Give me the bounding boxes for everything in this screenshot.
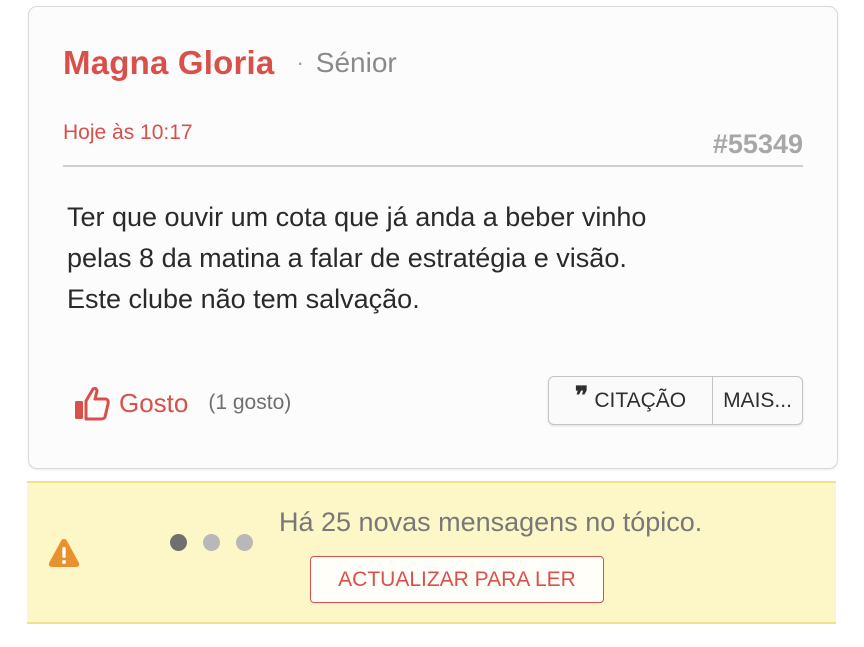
post-body-line: Este clube não tem salvação. xyxy=(67,284,420,314)
loading-dot xyxy=(236,534,253,551)
refresh-button[interactable]: ACTUALIZAR PARA LER xyxy=(310,556,604,603)
author-rank: Sénior xyxy=(315,47,397,78)
post-number[interactable]: #55349 xyxy=(713,129,803,160)
post-body: Ter que ouvir um cota que já anda a bebe… xyxy=(67,197,797,320)
quote-label: CITAÇÃO xyxy=(594,388,687,412)
post-time[interactable]: Hoje às 10:17 xyxy=(63,121,193,145)
quote-button[interactable]: ❞ CITAÇÃO xyxy=(549,377,713,424)
post-body-line: pelas 8 da matina a falar de estratégia … xyxy=(67,243,627,273)
new-messages-notice: Há 25 novas mensagens no tópico. ACTUALI… xyxy=(27,481,836,624)
loading-dots xyxy=(170,534,269,551)
like-label: Gosto xyxy=(119,387,189,418)
author-separator: · xyxy=(296,50,304,75)
post-meta-row: Hoje às 10:17 #55349 xyxy=(63,115,803,167)
author-name[interactable]: Magna Gloria xyxy=(63,44,274,82)
post-body-line: Ter que ouvir um cota que já anda a bebe… xyxy=(67,202,647,232)
like-count: (1 gosto) xyxy=(208,391,292,414)
alert-icon xyxy=(47,537,81,569)
thumbs-up-icon xyxy=(73,384,111,422)
more-button[interactable]: MAIS... xyxy=(713,377,802,424)
post-author-row: Magna Gloria · Sénior xyxy=(63,41,397,85)
like-button[interactable]: Gosto (1 gosto) xyxy=(73,381,291,425)
quote-icon: ❞ xyxy=(574,381,589,410)
post-card: Magna Gloria · Sénior Hoje às 10:17 #553… xyxy=(28,6,838,469)
post-action-buttons: ❞ CITAÇÃO MAIS... xyxy=(548,376,803,425)
more-label: MAIS... xyxy=(723,388,792,412)
loading-dot xyxy=(203,534,220,551)
notice-text: Há 25 novas mensagens no tópico. xyxy=(279,507,703,537)
loading-dot xyxy=(170,534,187,551)
